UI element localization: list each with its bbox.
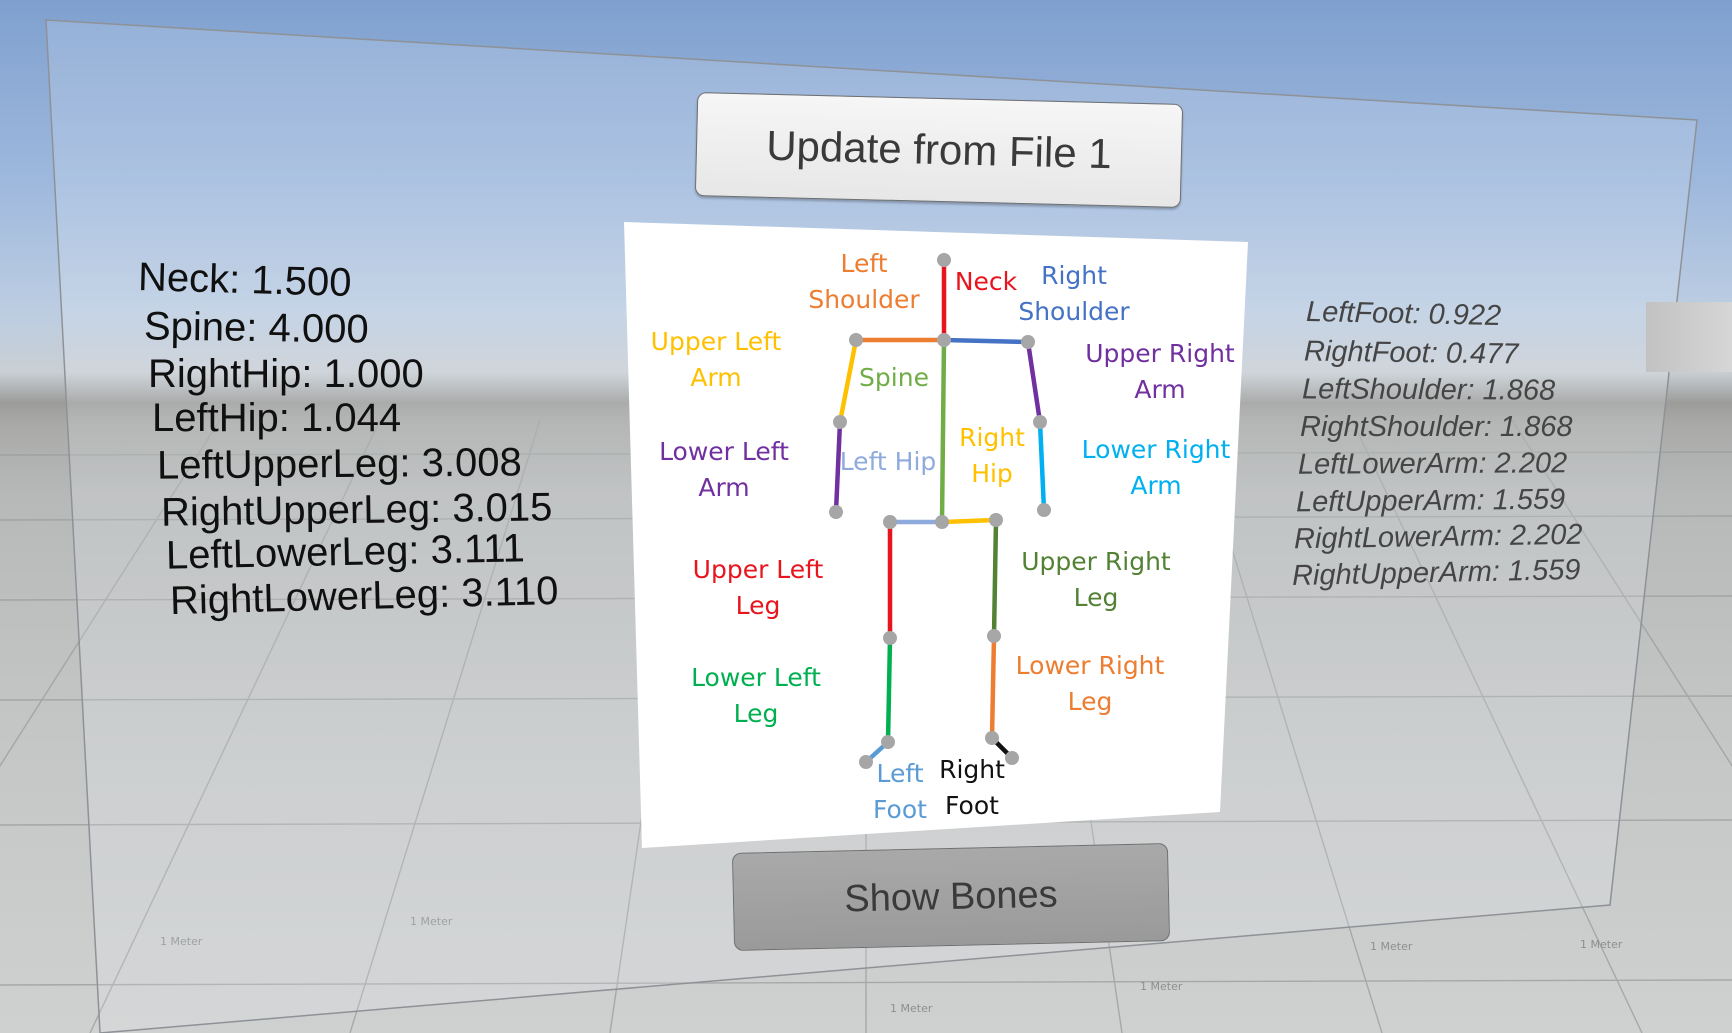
stat-neck: Neck: 1.500: [137, 255, 353, 305]
skeleton-diagram: Left Shoulder Neck Right Shoulder Upper Le…: [622, 220, 1250, 850]
joint-rank: [985, 731, 999, 745]
bone-lower-left-leg: [885, 635, 893, 745]
joint-lknee: [883, 631, 897, 645]
label-upper-right-leg: Upper Right Leg: [1021, 547, 1171, 612]
stat-left-upper-arm: LeftUpperArm: 1.559: [1295, 483, 1566, 519]
label-lower-right-leg: Lower Right Leg: [1015, 651, 1165, 716]
joint-lhand: [829, 505, 843, 519]
joint-lank: [881, 735, 895, 749]
label-lower-right-arm: Lower Right Arm: [1081, 435, 1231, 500]
label-right-shoulder: Right Shoulder: [1018, 261, 1130, 326]
bone-upper-right-leg: [991, 517, 999, 639]
joint-rknee: [987, 629, 1001, 643]
update-from-file-button[interactable]: Update from File 1: [694, 92, 1184, 208]
stat-left-upper-leg: LeftUpperLeg: 3.008: [156, 440, 522, 488]
label-upper-left-arm: Upper Left Arm: [650, 327, 782, 392]
stat-right-upper-arm: RightUpperArm: 1.559: [1291, 553, 1581, 593]
stat-left-hip: LeftHip: 1.044: [152, 396, 402, 440]
label-right-foot: Right Foot: [939, 755, 1005, 820]
stat-left-lower-arm: LeftLowerArm: 2.202: [1297, 447, 1568, 481]
label-lower-left-leg: Lower Left Leg: [691, 663, 821, 728]
label-left-shoulder: Left Shoulder: [808, 249, 920, 314]
joint-lsh: [849, 333, 863, 347]
label-neck: Neck: [954, 267, 1018, 296]
joint-rtoe: [1005, 751, 1019, 765]
joint-head: [937, 253, 951, 267]
stat-right-shoulder: RightShoulder: 1.868: [1300, 411, 1573, 443]
joint-ltoe: [859, 755, 873, 769]
stat-right-hip: RightHip: 1.000: [148, 352, 424, 396]
bone-right-shoulder: [941, 337, 1031, 345]
joint-neck: [937, 333, 951, 347]
label-spine: Spine: [859, 363, 929, 392]
joint-lhip: [883, 515, 897, 529]
skeleton-svg: [624, 222, 1248, 848]
show-bones-button[interactable]: Show Bones: [731, 843, 1171, 951]
stat-spine: Spine: 4.000: [143, 304, 369, 352]
stat-left-shoulder: LeftShoulder: 1.868: [1301, 373, 1556, 407]
joint-pelvis: [935, 515, 949, 529]
label-lower-left-arm: Lower Left Arm: [659, 437, 789, 502]
label-upper-left-leg: Upper Left Leg: [692, 555, 824, 620]
label-right-hip: Right Hip: [959, 423, 1025, 488]
bone-lower-right-leg: [989, 633, 997, 741]
stat-right-lower-arm: RightLowerArm: 2.202: [1293, 518, 1583, 556]
joint-rhip: [989, 513, 1003, 527]
stat-left-foot: LeftFoot: 0.922: [1305, 295, 1502, 333]
joint-lel: [833, 415, 847, 429]
label-upper-right-arm: Upper Right Arm: [1085, 339, 1235, 404]
joint-rsh: [1021, 335, 1035, 349]
label-left-hip: Left Hip: [839, 447, 937, 476]
bone-spine: [939, 337, 947, 525]
diagram-background: [624, 222, 1248, 848]
stat-right-foot: RightFoot: 0.477: [1303, 335, 1519, 371]
joint-rel: [1033, 415, 1047, 429]
background-cube: [1646, 302, 1732, 372]
bone-right-hip: [939, 517, 999, 525]
label-left-foot: Left Foot: [873, 759, 927, 824]
joint-rhand: [1037, 503, 1051, 517]
